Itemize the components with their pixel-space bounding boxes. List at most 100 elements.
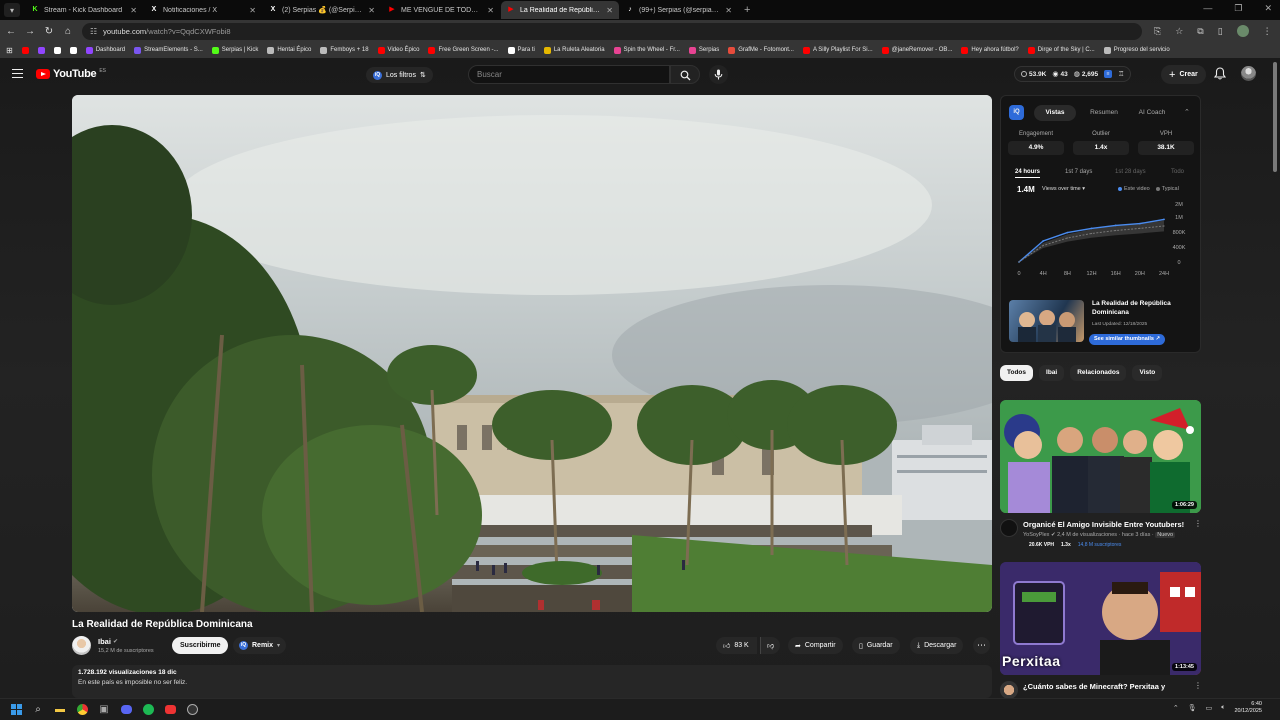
bookmark-item[interactable]: Spin the Wheel - Fr... xyxy=(613,46,680,54)
tab-search-icon[interactable]: ▾ xyxy=(4,3,20,17)
page-scrollbar[interactable] xyxy=(1273,62,1277,172)
chrome-icon[interactable] xyxy=(71,700,93,720)
maximize-icon[interactable]: ❐ xyxy=(1234,3,1242,14)
close-tab-icon[interactable]: ✕ xyxy=(487,6,494,15)
home-icon[interactable]: ⌂ xyxy=(60,26,76,37)
extensions-icon[interactable]: ⧉ xyxy=(1197,26,1203,37)
subscribe-button[interactable]: Suscribirme xyxy=(172,637,229,654)
chip-todos[interactable]: Todos xyxy=(1000,365,1034,381)
period-tab-28d[interactable]: 1st 28 days xyxy=(1115,166,1146,178)
vidiq-menu-icon[interactable]: ≡ xyxy=(1104,70,1113,78)
microphone-tray-icon[interactable]: 🎙︎ xyxy=(1188,704,1197,712)
bookmark-item[interactable]: Para ti xyxy=(507,46,535,54)
video-player[interactable] xyxy=(72,95,992,612)
spotify-icon[interactable] xyxy=(137,700,159,720)
search-input[interactable]: Buscar xyxy=(468,65,670,84)
site-info-icon[interactable]: ☷ xyxy=(90,27,97,36)
description-box[interactable]: 1.728.192 visualizaciones 18 dic En este… xyxy=(72,665,992,698)
channel-stats-pill[interactable]: 53.9K ◉ 43 ◍ 2,695 ≡ ♖ xyxy=(1014,66,1132,82)
chip-relacionados[interactable]: Relacionados xyxy=(1070,365,1127,381)
discord-icon[interactable] xyxy=(115,700,137,720)
channel-avatar[interactable] xyxy=(1000,519,1018,537)
tab-resumen[interactable]: Resumen xyxy=(1083,105,1125,121)
browser-tab[interactable]: X (2) Serpias 💰 (@Serpias) / X✕ xyxy=(263,1,381,19)
trophy-icon[interactable]: ♖ xyxy=(1118,70,1124,78)
bookmark-item[interactable]: Hey ahora fútbol? xyxy=(961,46,1019,54)
bookmark-item[interactable]: La Ruleta Aleatoria xyxy=(543,46,605,54)
bookmark-item[interactable]: Dirge of the Sky | C... xyxy=(1027,46,1095,54)
recommendation-thumbnail[interactable]: 1:06:29 xyxy=(1000,400,1201,513)
chip-visto[interactable]: Visto xyxy=(1132,365,1163,381)
close-tab-icon[interactable]: ✕ xyxy=(725,6,732,15)
browser-tab[interactable]: ▶ La Realidad de República Domi... ✕ xyxy=(501,1,619,19)
bookmark-item[interactable]: Dashboard xyxy=(85,46,125,54)
close-tab-icon[interactable]: ✕ xyxy=(130,6,137,15)
bookmark-item[interactable]: @janeRemover - OB... xyxy=(881,46,952,54)
bookmark-item[interactable]: GrafMe - Fotomont... xyxy=(728,46,794,54)
channel-avatar[interactable] xyxy=(72,636,91,655)
create-button[interactable]: + Crear xyxy=(1161,65,1206,84)
recommendation-thumbnail[interactable]: Perxitaa 1:13:45 xyxy=(1000,562,1201,675)
bookmark-item[interactable]: A Silly Playlist For Si... xyxy=(802,46,873,54)
more-options-icon[interactable]: ⋮ xyxy=(1194,681,1202,690)
close-tab-icon[interactable]: ✕ xyxy=(368,6,375,15)
search-icon[interactable]: ⌕ xyxy=(27,700,49,720)
reload-icon[interactable]: ↻ xyxy=(41,26,57,37)
period-tab-7d[interactable]: 1st 7 days xyxy=(1065,166,1092,178)
volume-icon[interactable]: 🔈︎ xyxy=(1221,704,1225,712)
forward-icon[interactable]: → xyxy=(22,26,38,37)
bookmark-star-icon[interactable]: ☆ xyxy=(1175,26,1183,37)
bookmark-item[interactable]: Serpias | Kick xyxy=(211,46,258,54)
close-window-icon[interactable]: ✕ xyxy=(1264,3,1272,14)
back-icon[interactable]: ← xyxy=(3,26,19,37)
youtube-logo[interactable]: YouTube ES xyxy=(36,68,106,80)
channel-avatar[interactable] xyxy=(1000,681,1018,698)
profile-avatar-icon[interactable] xyxy=(1236,25,1249,37)
bookmark-item[interactable]: Hentai Épico xyxy=(267,46,311,54)
close-tab-icon[interactable]: ✕ xyxy=(606,6,613,15)
system-clock[interactable]: 6:40 20/12/2025 xyxy=(1234,701,1262,715)
minimize-icon[interactable]: — xyxy=(1203,3,1212,14)
close-tab-icon[interactable]: ✕ xyxy=(249,6,256,15)
browser-tab[interactable]: K Stream - Kick Dashboard ✕ xyxy=(25,1,143,19)
bookmark-item[interactable]: Serpias xyxy=(688,46,719,54)
install-app-icon[interactable]: ⎘ xyxy=(1154,26,1161,37)
recommendation-title[interactable]: ¿Cuánto sabes de Minecraft? Perxitaa y xyxy=(1023,682,1165,691)
url-input[interactable]: ☷ youtube.com/watch?v=QqdCXWFobi8 xyxy=(82,22,1142,40)
bookmark-item[interactable] xyxy=(37,46,45,54)
recommendation-title[interactable]: Organicé El Amigo Invisible Entre Youtub… xyxy=(1023,520,1184,529)
bookmark-item[interactable] xyxy=(53,46,61,54)
share-button[interactable]: ➦ Compartir xyxy=(788,637,843,654)
remix-button[interactable]: iQ Remix ▾ xyxy=(233,637,287,654)
windows-start-icon[interactable] xyxy=(5,700,27,720)
save-button[interactable]: ▯ Guardar xyxy=(852,637,900,654)
search-button[interactable] xyxy=(670,65,700,84)
browser-tab[interactable]: ▶ ME VENGUÉ DE TODO UN SER...✕ xyxy=(382,1,500,19)
bookmark-item[interactable]: Video Épico xyxy=(377,46,419,54)
media-app-icon[interactable] xyxy=(159,700,181,720)
bookmark-item[interactable] xyxy=(69,46,77,54)
collapse-chevron-icon[interactable]: ⌃ xyxy=(1184,108,1190,116)
bookmark-item[interactable]: StreamElements - S... xyxy=(134,46,203,54)
filters-chip[interactable]: iQ Los filtros ⇅ xyxy=(366,67,433,83)
tray-chevron-icon[interactable]: ⌃ xyxy=(1173,704,1179,712)
more-actions-icon[interactable]: ⋯ xyxy=(973,637,990,654)
dislike-button[interactable]: 👎︎ xyxy=(760,637,781,654)
apps-grid-icon[interactable]: ⊞ xyxy=(6,46,13,55)
network-icon[interactable]: ▭ xyxy=(1206,704,1213,712)
file-explorer-icon[interactable]: ▬ xyxy=(49,700,71,720)
browser-tab[interactable]: ♪ (99+) Serpias (@serpias) | TikTok✕ xyxy=(620,1,738,19)
obs-icon[interactable] xyxy=(181,700,203,720)
browser-menu-icon[interactable]: ⋮ xyxy=(1263,26,1272,37)
sidebar-icon[interactable]: ▯ xyxy=(1218,26,1223,37)
menu-hamburger-icon[interactable] xyxy=(12,69,23,78)
bookmark-item[interactable]: Progreso del servicio xyxy=(1103,46,1170,54)
chip-ibai[interactable]: Ibai xyxy=(1039,365,1065,381)
channel-name[interactable]: Ibai xyxy=(98,637,111,646)
user-avatar[interactable] xyxy=(1241,66,1256,81)
like-button[interactable]: 👍︎ 83 K xyxy=(716,637,757,654)
tab-vistas[interactable]: Vistas xyxy=(1034,105,1076,121)
download-button[interactable]: ⤓ Descargar xyxy=(910,637,964,654)
bookmark-item[interactable]: Femboys + 18 xyxy=(320,46,369,54)
bookmark-item[interactable] xyxy=(21,46,29,54)
